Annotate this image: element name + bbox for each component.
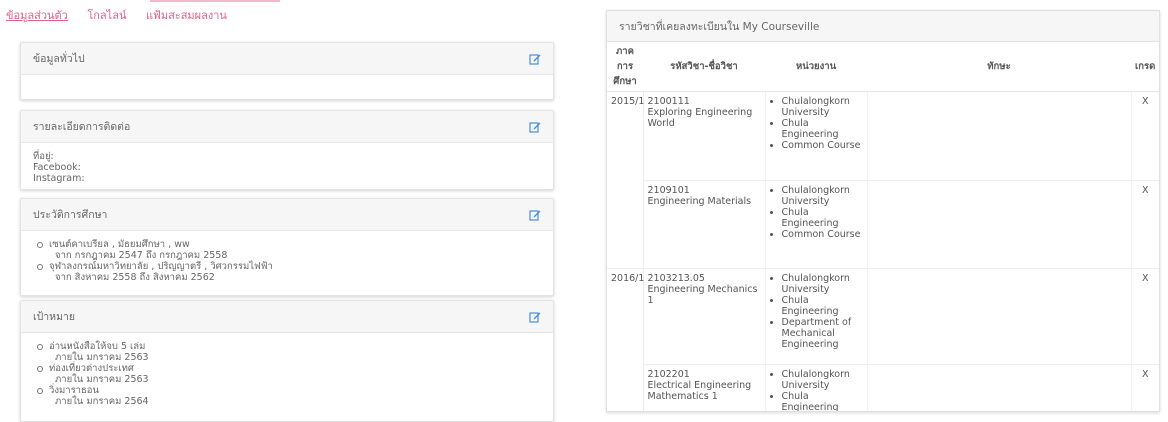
skill-cell <box>867 364 1132 411</box>
col-code-header: รหัสวิชา-ชื่อวิชา <box>643 42 765 92</box>
facebook-label: Facebook: <box>33 162 81 173</box>
dept-cell: Chulalongkorn University Chula Engineeri… <box>765 91 868 181</box>
course-name: Engineering Mechanics 1 <box>647 284 758 306</box>
course-code: 2109101 <box>647 185 690 196</box>
edit-icon[interactable] <box>529 311 541 323</box>
card-title: รายละเอียดการติดต่อ <box>33 121 131 133</box>
col-skill-header: ทักษะ <box>867 42 1131 92</box>
course-name: Exploring Engineering World <box>647 107 753 129</box>
course-cell: 2102201 Electrical Engineering Mathemati… <box>643 364 766 411</box>
dept-cell: Chulalongkorn University Chula Engineeri… <box>765 180 868 269</box>
term-cell: 2016/1 <box>607 268 644 411</box>
card-general-info: ข้อมูลทั่วไป <box>20 42 554 100</box>
edit-icon[interactable] <box>529 53 541 65</box>
term-cell: 2015/1 <box>607 91 644 269</box>
table-row: 2015/1 2100111 Exploring Engineering Wor… <box>607 91 1159 269</box>
card-contact-details: รายละเอียดการติดต่อ ที่อยู่: Facebook: I… <box>20 110 554 190</box>
col-grade-header: เกรด <box>1131 42 1159 92</box>
course-cell: 2103213.05 Engineering Mechanics 1 <box>643 268 766 365</box>
list-item: อ่านหนังสือให้จบ 5 เล่ม ภายใน มกราคม 256… <box>37 341 541 363</box>
skill-cell <box>867 91 1132 181</box>
course-code: 2102201 <box>647 369 690 380</box>
course-code: 2103213.05 <box>647 273 705 284</box>
tab-personal-info[interactable]: ข้อมูลส่วนตัว <box>6 9 68 22</box>
list-item: เซนต์คาเบรียล , มัธยมศึกษา , ww จาก กรกฎ… <box>37 239 541 261</box>
skill-cell <box>867 268 1132 365</box>
panel-title: รายวิชาที่เคยลงทะเบียนใน My Courseville <box>607 11 1159 42</box>
tab-portfolio[interactable]: แฟ้มสะสมผลงาน <box>146 9 227 22</box>
address-label: ที่อยู่: <box>33 151 54 162</box>
grade-cell: X <box>1131 364 1159 411</box>
profile-tabs: ข้อมูลส่วนตัว โกลไลน์ แฟ้มสะสมผลงาน <box>6 6 243 24</box>
col-term-header: ภาคการ ศึกษา <box>607 42 643 92</box>
course-cell: 2100111 Exploring Engineering World <box>643 91 766 181</box>
edit-icon[interactable] <box>529 209 541 221</box>
list-item: วิ่งมาราธอน ภายใน มกราคม 2564 <box>37 385 541 407</box>
edit-icon[interactable] <box>529 121 541 133</box>
grade-cell: X <box>1131 91 1159 181</box>
list-item: ท่องเที่ยวต่างประเทศ ภายใน มกราคม 2563 <box>37 363 541 385</box>
course-name: Electrical Engineering Mathematics 1 <box>647 380 752 402</box>
skill-cell <box>867 180 1132 269</box>
tab-profile[interactable]: โกลไลน์ <box>87 9 126 22</box>
card-goals: เป้าหมาย อ่านหนังสือให้จบ 5 เล่ม ภายใน ม… <box>20 300 554 422</box>
card-title: เป้าหมาย <box>33 311 76 323</box>
course-cell: 2109101 Engineering Materials <box>643 180 766 269</box>
dept-cell: Chulalongkorn University Chula Engineeri… <box>765 364 868 411</box>
card-education-history: ประวัติการศึกษา เซนต์คาเบรียล , มัธยมศึก… <box>20 198 554 296</box>
top-accent-line <box>150 0 280 2</box>
table-row: 2102201 Electrical Engineering Mathemati… <box>607 364 1159 411</box>
courses-table: ภาคการ ศึกษา รหัสวิชา-ชื่อวิชา หน่วยงาน … <box>607 42 1159 411</box>
card-title: ประวัติการศึกษา <box>33 209 108 221</box>
instagram-label: Instagram: <box>33 173 85 184</box>
table-header-row: ภาคการ ศึกษา รหัสวิชา-ชื่อวิชา หน่วยงาน … <box>607 42 1159 92</box>
course-name: Engineering Materials <box>647 196 752 207</box>
table-row: 2109101 Engineering Materials Chulalongk… <box>607 180 1159 269</box>
list-item: จุฬาลงกรณ์มหาวิทยาลัย , ปริญญาตรี , วิศว… <box>37 261 541 283</box>
dept-cell: Chulalongkorn University Chula Engineeri… <box>765 268 868 365</box>
col-dept-header: หน่วยงาน <box>765 42 867 92</box>
card-title: ข้อมูลทั่วไป <box>33 53 85 65</box>
grade-cell: X <box>1131 180 1159 269</box>
grade-cell: X <box>1131 268 1159 365</box>
table-row: 2016/1 2103213.05 Engineering Mechanics … <box>607 268 1159 411</box>
course-code: 2100111 <box>647 96 690 107</box>
courses-panel: รายวิชาที่เคยลงทะเบียนใน My Courseville … <box>606 10 1160 412</box>
